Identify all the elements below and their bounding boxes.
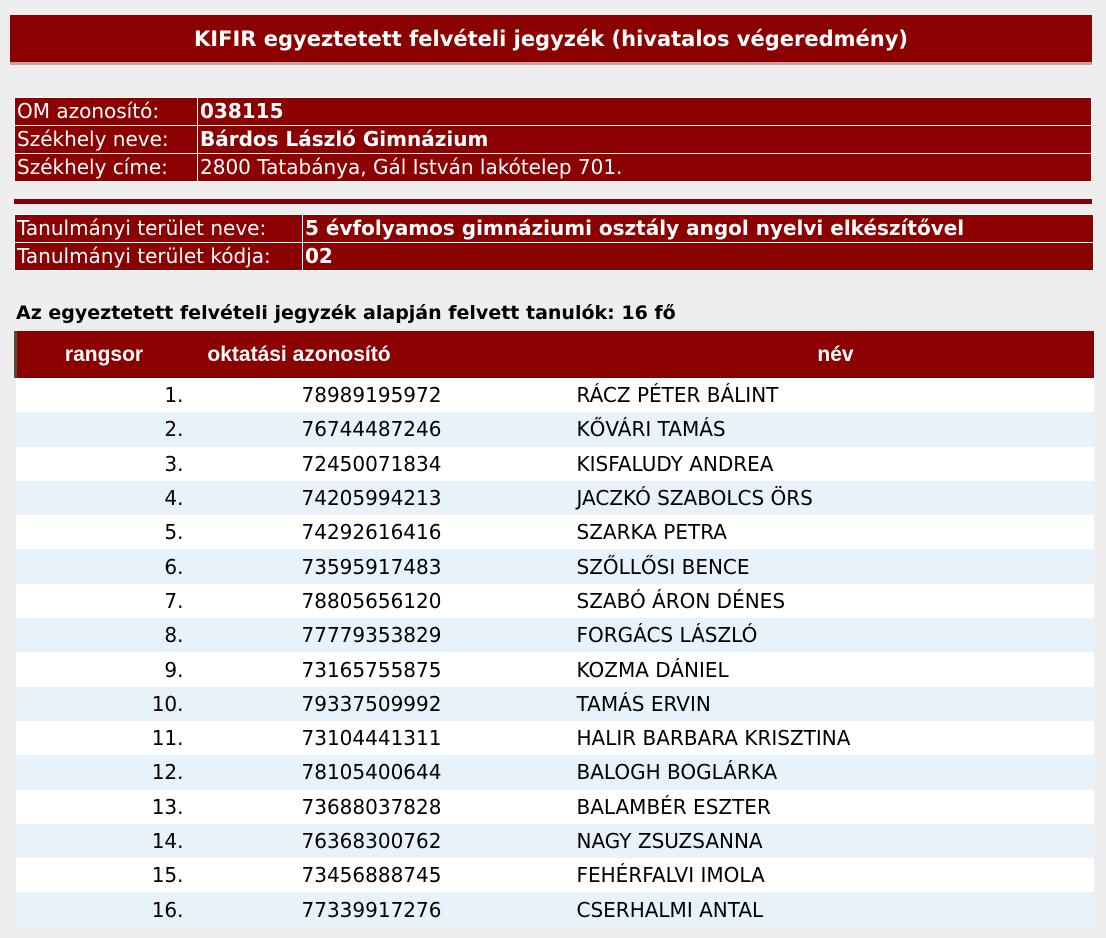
- row-id: 73595917483: [192, 549, 566, 584]
- row-name: RÁCZ PÉTER BÁLINT: [565, 378, 1094, 413]
- school-address-value: 2800 Tatabánya, Gál István lakótelep 701…: [197, 153, 1092, 182]
- table-row: 16. 77339917276 CSERHALMI ANTAL: [15, 892, 1094, 927]
- row-rank: 16.: [15, 892, 193, 927]
- row-rank: 11.: [15, 720, 193, 756]
- om-row: OM azonosító: 038115: [14, 97, 1092, 126]
- results-body: 1. 78989195972 RÁCZ PÉTER BÁLINT 2. 76744487…: [15, 378, 1094, 927]
- row-id: 78805656120: [192, 583, 566, 619]
- row-rank: 15.: [15, 858, 193, 893]
- om-value: 038115: [197, 97, 1092, 126]
- row-id: 73688037828: [192, 789, 566, 824]
- row-id: 78989195972: [192, 378, 566, 413]
- row-id: 74205994213: [192, 480, 566, 516]
- row-id: 72450071834: [192, 446, 566, 481]
- row-rank: 4.: [15, 480, 193, 516]
- table-row: 6. 73595917483 SZŐLLŐSI BENCE: [15, 549, 1094, 584]
- row-rank: 10.: [15, 686, 193, 721]
- study-area-table: Tanulmányi terület neve: 5 évfolyamos gi…: [14, 214, 1094, 271]
- row-rank: 6.: [15, 549, 193, 584]
- study-area-code-label: Tanulmányi terület kódja:: [14, 242, 303, 271]
- study-area-code-row: Tanulmányi terület kódja: 02: [14, 242, 1094, 271]
- table-row: 10. 79337509992 TAMÁS ERVIN: [15, 686, 1094, 721]
- school-name-value: Bárdos László Gimnázium: [197, 125, 1092, 154]
- school-name-row: Székhely neve: Bárdos László Gimnázium: [14, 125, 1092, 154]
- row-name: JACZKÓ SZABOLCS ÖRS: [565, 480, 1094, 516]
- row-name: FORGÁCS LÁSZLÓ: [565, 618, 1094, 653]
- row-name: NAGY ZSUZSANNA: [565, 823, 1094, 859]
- table-row: 5. 74292616416 SZARKA PETRA: [15, 515, 1094, 550]
- school-name-label: Székhely neve:: [14, 125, 198, 154]
- row-rank: 8.: [15, 618, 193, 653]
- row-id: 76744487246: [192, 412, 566, 447]
- row-rank: 7.: [15, 583, 193, 619]
- table-row: 13. 73688037828 BALAMBÉR ESZTER: [15, 789, 1094, 824]
- table-row: 8. 77779353829 FORGÁCS LÁSZLÓ: [15, 618, 1094, 653]
- row-name: SZABÓ ÁRON DÉNES: [565, 583, 1094, 619]
- header-id: oktatási azonosító: [191, 331, 566, 378]
- row-rank: 14.: [15, 823, 193, 859]
- table-row: 15. 73456888745 FEHÉRFALVI IMOLA: [15, 858, 1094, 893]
- row-name: SZARKA PETRA: [565, 515, 1094, 550]
- row-rank: 9.: [15, 652, 193, 687]
- study-area-name-row: Tanulmányi terület neve: 5 évfolyamos gi…: [14, 214, 1094, 243]
- row-name: TAMÁS ERVIN: [565, 686, 1094, 721]
- table-row: 4. 74205994213 JACZKÓ SZABOLCS ÖRS: [15, 480, 1094, 516]
- page-title: KIFIR egyeztetett felvételi jegyzék (hiv…: [10, 15, 1092, 65]
- table-row: 1. 78989195972 RÁCZ PÉTER BÁLINT: [15, 378, 1094, 413]
- row-name: BALOGH BOGLÁRKA: [565, 755, 1094, 790]
- row-name: CSERHALMI ANTAL: [565, 892, 1094, 927]
- row-rank: 12.: [15, 755, 193, 790]
- study-area-code-value: 02: [302, 242, 1094, 271]
- row-id: 74292616416: [192, 515, 566, 550]
- row-name: SZŐLLŐSI BENCE: [565, 549, 1094, 584]
- section-divider: [14, 199, 1092, 204]
- row-id: 77779353829: [192, 618, 566, 653]
- header-rank: rangsor: [14, 331, 193, 378]
- row-name: HALIR BARBARA KRISZTINA: [565, 720, 1094, 756]
- study-area-name-label: Tanulmányi terület neve:: [14, 214, 303, 243]
- row-id: 73104441311: [192, 720, 566, 756]
- header-name: név: [564, 331, 1094, 378]
- row-id: 73165755875: [192, 652, 566, 687]
- table-row: 12. 78105400644 BALOGH BOGLÁRKA: [15, 755, 1094, 790]
- row-name: KOZMA DÁNIEL: [565, 652, 1094, 687]
- table-row: 9. 73165755875 KOZMA DÁNIEL: [15, 652, 1094, 687]
- school-info-table: OM azonosító: 038115 Székhely neve: Bárd…: [14, 97, 1092, 182]
- row-id: 78105400644: [192, 755, 566, 790]
- row-name: KISFALUDY ANDREA: [565, 446, 1094, 481]
- row-rank: 1.: [15, 378, 193, 413]
- table-row: 11. 73104441311 HALIR BARBARA KRISZTINA: [15, 720, 1094, 756]
- admitted-summary: Az egyeztetett felvételi jegyzék alapján…: [16, 302, 676, 324]
- row-rank: 5.: [15, 515, 193, 550]
- row-rank: 2.: [15, 412, 193, 447]
- row-rank: 3.: [15, 446, 193, 481]
- results-table: rangsor oktatási azonosító név 1. 7898919…: [14, 331, 1094, 927]
- table-row: 3. 72450071834 KISFALUDY ANDREA: [15, 446, 1094, 481]
- row-id: 73456888745: [192, 858, 566, 893]
- table-row: 7. 78805656120 SZABÓ ÁRON DÉNES: [15, 583, 1094, 619]
- row-name: KŐVÁRI TAMÁS: [565, 412, 1094, 447]
- results-header-row: rangsor oktatási azonosító név: [14, 331, 1094, 378]
- row-id: 77339917276: [192, 892, 566, 927]
- row-id: 76368300762: [192, 823, 566, 859]
- school-address-label: Székhely címe:: [14, 153, 198, 182]
- row-name: BALAMBÉR ESZTER: [565, 789, 1094, 824]
- school-address-row: Székhely címe: 2800 Tatabánya, Gál Istvá…: [14, 153, 1092, 182]
- table-row: 14. 76368300762 NAGY ZSUZSANNA: [15, 823, 1094, 859]
- om-label: OM azonosító:: [14, 97, 198, 126]
- table-row: 2. 76744487246 KŐVÁRI TAMÁS: [15, 412, 1094, 447]
- row-name: FEHÉRFALVI IMOLA: [565, 858, 1094, 893]
- study-area-name-value: 5 évfolyamos gimnáziumi osztály angol ny…: [302, 214, 1094, 243]
- row-rank: 13.: [15, 789, 193, 824]
- row-id: 79337509992: [192, 686, 566, 721]
